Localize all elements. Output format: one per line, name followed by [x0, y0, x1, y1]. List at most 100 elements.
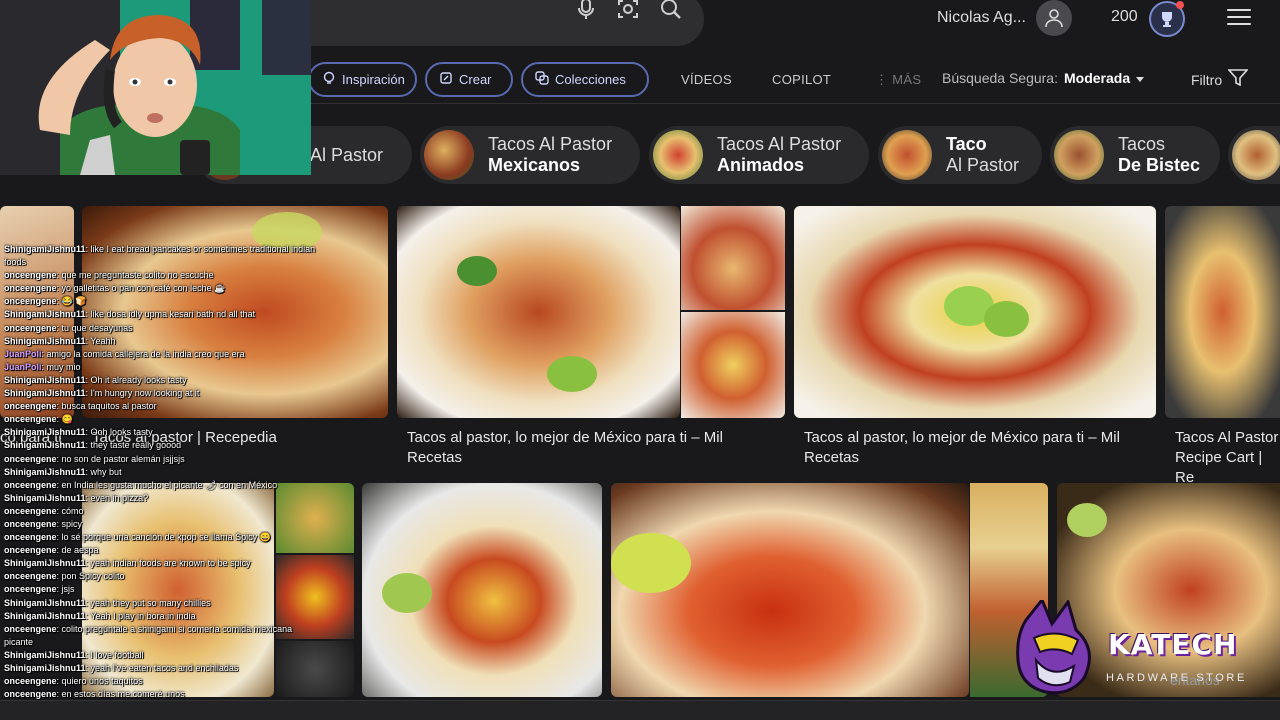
safe-search-dropdown[interactable]: Búsqueda Segura: Moderada — [942, 70, 1145, 86]
chat-username: onceengene — [4, 283, 57, 294]
result-image[interactable] — [611, 483, 969, 697]
chat-message: onceengene: 😂 🍞 — [4, 296, 87, 307]
chat-message: onceengene: colito pregúntale a shinigam… — [4, 623, 293, 634]
chat-username: ShinigamiJishnu11 — [4, 649, 86, 660]
comments-label[interactable]: entarios — [1170, 672, 1220, 688]
chat-text: pon Spicy colito — [61, 571, 125, 582]
caption-recipecart[interactable]: Tacos Al Pastor Recipe Cart | Re — [1175, 428, 1280, 488]
result-image-recipecart[interactable] — [1165, 206, 1280, 418]
chat-text: yeah indian foods are known to be spicy — [90, 558, 251, 569]
chat-message: foods — [4, 256, 324, 269]
filter-icon — [1227, 69, 1249, 90]
create-button[interactable]: Crear — [425, 62, 513, 97]
filter-button[interactable]: Filtro — [1191, 69, 1249, 90]
inspiration-label: Inspiración — [342, 72, 405, 87]
chat-text: even in pizza? — [90, 492, 149, 503]
chat-overlay: ShinigamiJishnu11: like I eat bread panc… — [4, 243, 324, 714]
chip-thumbnail — [1232, 130, 1280, 180]
chip-tacos-al-pastor-animados[interactable]: Tacos Al Pastor Animados — [649, 126, 869, 184]
chat-text: cómo — [61, 505, 84, 516]
webcam-overlay — [0, 0, 311, 175]
chip-label-bold: Mexicanos — [488, 155, 581, 175]
more-label: MÁS — [892, 72, 922, 87]
chat-username: onceengene — [4, 270, 57, 281]
chat-message: ShinigamiJishnu11: Yeah I play in bora i… — [4, 610, 196, 621]
chat-message: ShinigamiJishnu11: yeah indian foods are… — [4, 558, 251, 569]
chat-username: ShinigamiJishnu11 — [4, 466, 86, 477]
safe-search-value: Moderada — [1063, 70, 1131, 86]
collections-button[interactable]: Colecciones — [521, 62, 649, 97]
streamer-image — [0, 0, 311, 175]
chat-username: ShinigamiJishnu11 — [4, 440, 86, 451]
chat-text: quiero unos taquitos — [61, 676, 143, 687]
chat-message: ShinigamiJishnu11: like dosa idly upma k… — [4, 309, 256, 320]
chat-text: 😂 🍞 — [61, 296, 87, 307]
chat-message: ShinigamiJishnu11: yeah they put so many… — [4, 597, 211, 608]
menu-icon[interactable] — [1227, 9, 1251, 27]
chip-label: Tacos — [1118, 134, 1166, 154]
chevron-down-icon — [1136, 76, 1145, 82]
browser-page: Nicolas Ag... 200 Inspiración Crear Cole… — [0, 0, 1280, 720]
rewards-points[interactable]: 200 — [1111, 8, 1138, 26]
chat-username: onceengene — [4, 676, 57, 687]
chip-thumbnail — [882, 130, 932, 180]
chat-message: ShinigamiJishnu11: like I eat bread panc… — [4, 244, 316, 254]
chat-message: JuanPoli: muy mio — [4, 361, 81, 372]
chip-taco-al-pastor[interactable]: Taco Al Pastor — [878, 126, 1042, 184]
result-image[interactable] — [362, 483, 602, 697]
tab-more[interactable]: ⋮ MÁS — [875, 72, 921, 88]
chat-username: onceengene — [4, 584, 57, 595]
sponsor-name: KATECH — [1108, 628, 1238, 661]
trophy-icon[interactable] — [1149, 1, 1185, 37]
chat-message: ShinigamiJishnu11: even in pizza? — [4, 492, 149, 503]
chat-message: onceengene: busca taquitos al pastor — [4, 401, 157, 412]
chat-text: jsjs — [61, 584, 75, 595]
caption-milrecetas-2[interactable]: Tacos al pastor, lo mejor de México para… — [804, 428, 1164, 468]
chat-username: onceengene — [4, 571, 57, 582]
mic-icon[interactable] — [573, 0, 599, 22]
tab-copilot[interactable]: COPILOT — [772, 72, 831, 87]
chat-text: busca taquitos al pastor — [61, 401, 157, 412]
chat-text: tu que desayunas — [61, 322, 133, 333]
user-name[interactable]: Nicolas Ag... — [937, 8, 1026, 28]
chat-text: why but — [90, 466, 122, 477]
result-image-side[interactable] — [681, 206, 785, 310]
chat-text: yo galletitas o pan con café con leche ☕ — [61, 283, 226, 294]
user-icon[interactable] — [1036, 0, 1072, 36]
chip-label-bold: De Bistec — [1118, 155, 1201, 175]
visual-search-icon[interactable] — [615, 0, 641, 22]
chat-text: I'm hungry now looking at it — [90, 388, 200, 399]
chip-label: Al Pastor — [310, 144, 384, 165]
caption-milrecetas-1[interactable]: Tacos al pastor, lo mejor de México para… — [407, 428, 767, 468]
chat-message: onceengene: tu que desayunas — [4, 322, 133, 333]
chat-message: onceengene: cómo — [4, 505, 84, 516]
chat-text: muy mio — [46, 361, 81, 372]
chip-tacos-de-bistec[interactable]: Tacos De Bistec — [1050, 126, 1220, 184]
chat-message: ShinigamiJishnu11: yeah I've eaten tacos… — [4, 663, 239, 673]
chat-username: ShinigamiJishnu11 — [4, 244, 86, 254]
chip-partial[interactable] — [1228, 126, 1280, 184]
chat-message: ShinigamiJishnu11: why but — [4, 466, 122, 477]
chip-label: Tacos Al Pastor — [717, 134, 842, 154]
chat-username: onceengene — [4, 401, 57, 412]
tab-videos[interactable]: VÍDEOS — [681, 72, 732, 87]
chat-text: Yeah I play in bora in india — [90, 610, 196, 621]
collections-label: Colecciones — [555, 72, 626, 87]
safe-search-label: Búsqueda Segura: — [942, 70, 1058, 86]
chat-username: onceengene — [4, 518, 57, 529]
result-image-milrecetas-1[interactable] — [397, 206, 680, 418]
chat-username: onceengene — [4, 532, 57, 543]
chat-username: onceengene — [4, 623, 57, 634]
result-image-milrecetas-2[interactable] — [794, 206, 1156, 418]
search-icon[interactable] — [658, 0, 684, 22]
chat-text: lo sé porque una canción de kpop se llam… — [61, 532, 271, 543]
chat-message: onceengene: quiero unos taquitos — [4, 676, 143, 687]
chat-message: onceengene: jsjs — [4, 584, 75, 595]
result-image-side[interactable] — [681, 312, 785, 418]
chip-label-bold: Taco — [946, 134, 987, 154]
chat-username: onceengene — [4, 322, 57, 333]
chip-tacos-al-pastor-mexicanos[interactable]: Tacos Al Pastor Mexicanos — [420, 126, 640, 184]
chat-username: JuanPoli — [4, 361, 42, 372]
chat-text: picante — [4, 636, 34, 647]
inspiration-button[interactable]: Inspiración — [308, 62, 417, 97]
